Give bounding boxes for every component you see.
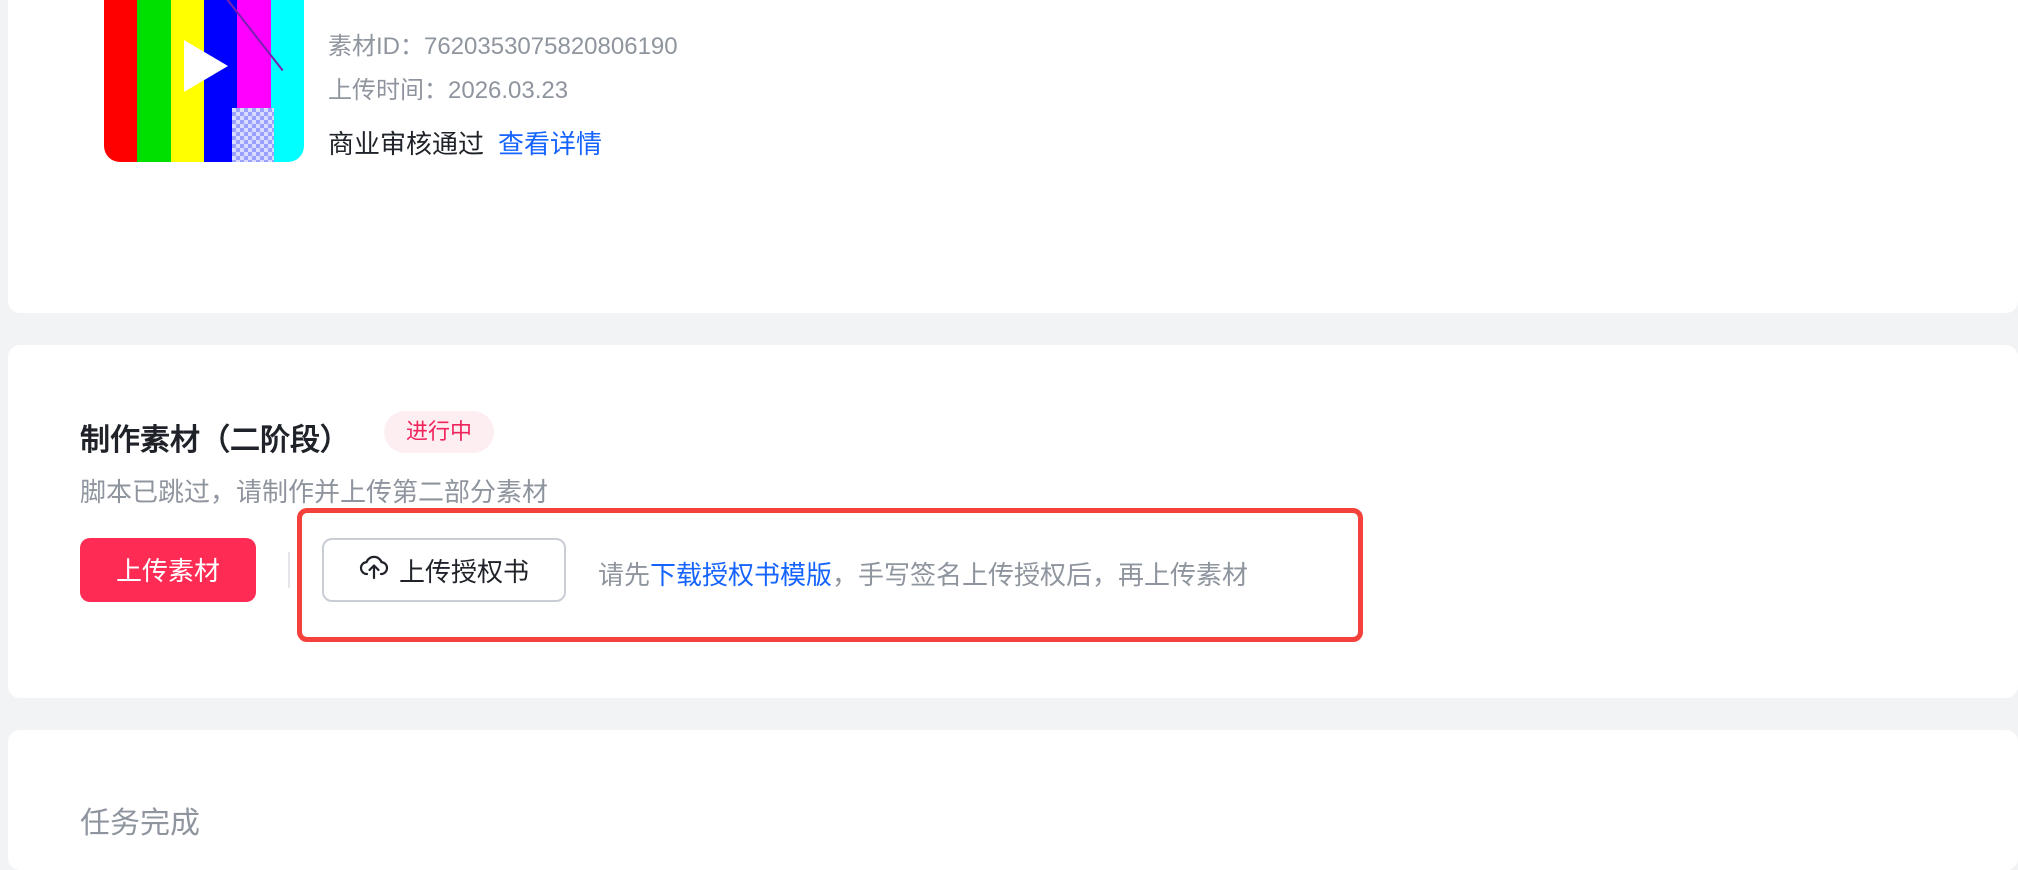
divider bbox=[288, 552, 290, 588]
status-badge: 进行中 bbox=[384, 411, 495, 453]
cloud-upload-icon bbox=[359, 554, 389, 587]
thumbnail-stripe bbox=[104, 0, 138, 162]
view-details-link[interactable]: 查看详情 bbox=[498, 129, 602, 159]
hint-suffix: ，手写签名上传授权后，再上传素材 bbox=[832, 560, 1249, 590]
upload-time: 上传时间：2026.03.23 bbox=[328, 70, 568, 105]
asset-id: 素材ID：7620353075820806190 bbox=[328, 26, 678, 61]
asset-id-value: 7620353075820806190 bbox=[424, 33, 678, 60]
play-icon bbox=[184, 40, 228, 92]
upload-authorization-label: 上传授权书 bbox=[398, 556, 529, 587]
task-complete-card bbox=[8, 730, 2018, 870]
asset-card bbox=[8, 0, 2018, 313]
section-subtitle: 脚本已跳过，请制作并上传第二部分素材 bbox=[80, 477, 549, 507]
upload-time-value: 2026.03.23 bbox=[448, 77, 569, 104]
thumbnail-stripe bbox=[270, 0, 304, 162]
review-status-line: 商业审核通过 查看详情 bbox=[328, 124, 602, 161]
review-status: 商业审核通过 bbox=[328, 129, 485, 159]
upload-time-label: 上传时间： bbox=[328, 77, 448, 104]
upload-material-button[interactable]: 上传素材 bbox=[80, 538, 256, 602]
section-title: 制作素材（二阶段） bbox=[80, 424, 350, 457]
download-template-link[interactable]: 下载授权书模版 bbox=[650, 560, 832, 590]
hint-prefix: 请先 bbox=[598, 560, 651, 590]
asset-id-label: 素材ID： bbox=[328, 33, 424, 60]
task-complete-title: 任务完成 bbox=[80, 807, 200, 840]
thumbnail-pattern bbox=[232, 108, 274, 162]
upload-authorization-button[interactable]: 上传授权书 bbox=[322, 538, 566, 602]
video-thumbnail[interactable] bbox=[104, 0, 304, 162]
authorization-hint: 请先下载授权书模版，手写签名上传授权后，再上传素材 bbox=[598, 555, 1248, 592]
thumbnail-stripe bbox=[137, 0, 171, 162]
